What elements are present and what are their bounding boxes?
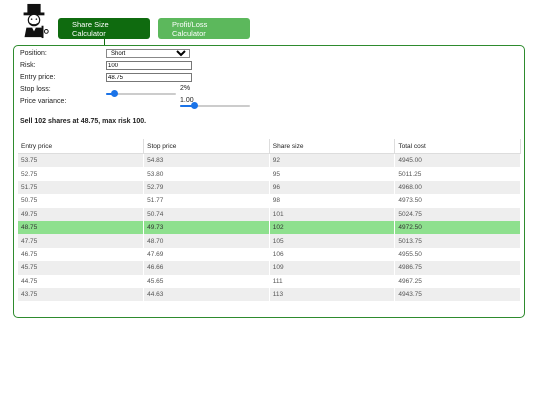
table-row: 48.75 49.73 102 4972.50 xyxy=(18,220,521,235)
column-header-stop-price: Stop price xyxy=(143,139,270,154)
table-cell: 106 xyxy=(269,247,396,262)
price-variance-value: 1.00 xyxy=(180,97,194,104)
table-cell: 4955.50 xyxy=(394,247,521,262)
table-cell: 47.75 xyxy=(18,234,145,248)
table-cell: 5011.25 xyxy=(394,167,521,181)
column-header-share-size: Share size xyxy=(269,139,396,154)
table-cell: 52.79 xyxy=(143,180,270,195)
stop-loss-label: Stop loss: xyxy=(20,85,51,93)
table-cell: 113 xyxy=(269,287,396,302)
table-cell: 48.75 xyxy=(18,220,145,235)
table-cell: 53.75 xyxy=(18,153,145,168)
entry-price-row: Entry price: xyxy=(20,72,105,82)
summary-text: Sell 102 shares at 48.75, max risk 100. xyxy=(20,118,147,125)
monopoly-man-logo-icon xyxy=(23,3,49,39)
table-cell: 4943.75 xyxy=(394,287,521,302)
table-cell: 52.75 xyxy=(18,167,145,181)
table-cell: 5024.75 xyxy=(394,207,521,221)
table-cell: 4968.00 xyxy=(394,180,521,195)
stop-loss-row: Stop loss: xyxy=(20,84,105,94)
risk-input[interactable] xyxy=(106,61,192,70)
table-cell: 53.80 xyxy=(143,167,270,181)
table-row: 47.75 48.70 105 5013.75 xyxy=(18,234,521,248)
stop-loss-value: 2% xyxy=(180,85,191,92)
entry-price-input[interactable] xyxy=(106,73,192,82)
tab-share-size-calculator[interactable]: Share Size Calculator xyxy=(58,18,150,39)
table-cell: 102 xyxy=(269,220,396,235)
table-cell: 50.74 xyxy=(143,207,270,221)
table-cell: 96 xyxy=(269,180,396,195)
table-row: 45.75 46.66 109 4986.75 xyxy=(18,261,521,275)
table-cell: 44.63 xyxy=(143,287,270,302)
share-size-table: Entry price Stop price Share size Total … xyxy=(18,139,521,302)
price-variance-row: Price variance: xyxy=(20,96,105,106)
table-cell: 105 xyxy=(269,234,396,248)
entry-price-label: Entry price: xyxy=(20,73,56,81)
table-cell: 109 xyxy=(269,261,396,275)
table-row: 52.75 53.80 95 5011.25 xyxy=(18,167,521,181)
risk-row: Risk: xyxy=(20,60,105,70)
table-cell: 4945.00 xyxy=(394,153,521,168)
table-cell: 46.75 xyxy=(18,247,145,262)
stop-loss-slider[interactable] xyxy=(106,89,176,98)
table-cell: 4986.75 xyxy=(394,261,521,275)
table-row: 50.75 51.77 98 4973.50 xyxy=(18,194,521,208)
table-header-row: Entry price Stop price Share size Total … xyxy=(18,139,521,154)
table-cell: 4973.50 xyxy=(394,194,521,208)
table-cell: 92 xyxy=(269,153,396,168)
table-cell: 101 xyxy=(269,207,396,221)
risk-label: Risk: xyxy=(20,61,36,69)
table-cell: 111 xyxy=(269,274,396,288)
table-row: 46.75 47.69 106 4955.50 xyxy=(18,247,521,262)
table-cell: 44.75 xyxy=(18,274,145,288)
position-select[interactable]: Short xyxy=(106,49,190,58)
calculator-tabs: Share Size Calculator Profit/Loss Calcul… xyxy=(58,18,250,39)
table-row: 49.75 50.74 101 5024.75 xyxy=(18,207,521,221)
tab-profit-loss-calculator[interactable]: Profit/Loss Calculator xyxy=(158,18,250,39)
table-cell: 95 xyxy=(269,167,396,181)
table-cell: 45.65 xyxy=(143,274,270,288)
position-label: Position: xyxy=(20,49,47,57)
table-row: 51.75 52.79 96 4968.00 xyxy=(18,180,521,195)
position-row: Position: xyxy=(20,48,105,58)
table-cell: 4972.50 xyxy=(394,220,521,235)
slider-thumb[interactable] xyxy=(111,89,118,97)
price-variance-label: Price variance: xyxy=(20,97,67,105)
column-header-entry-price: Entry price xyxy=(18,139,145,154)
table-row: 43.75 44.63 113 4943.75 xyxy=(18,287,521,302)
table-cell: 51.77 xyxy=(143,194,270,208)
table-cell: 49.73 xyxy=(143,220,270,235)
table-cell: 48.70 xyxy=(143,234,270,248)
table-cell: 49.75 xyxy=(18,207,145,221)
table-cell: 50.75 xyxy=(18,194,145,208)
table-cell: 54.83 xyxy=(143,153,270,168)
table-cell: 4967.25 xyxy=(394,274,521,288)
table-cell: 45.75 xyxy=(18,261,145,275)
table-cell: 43.75 xyxy=(18,287,145,302)
table-row: 53.75 54.83 92 4945.00 xyxy=(18,153,521,168)
table-cell: 98 xyxy=(269,194,396,208)
table-row: 44.75 45.65 111 4967.25 xyxy=(18,274,521,288)
column-header-total-cost: Total cost xyxy=(394,139,521,154)
table-cell: 47.69 xyxy=(143,247,270,262)
calculator-panel: Position: Short Risk: Entry price: Stop … xyxy=(13,45,525,318)
table-cell: 46.66 xyxy=(143,261,270,275)
table-cell: 5013.75 xyxy=(394,234,521,248)
table-cell: 51.75 xyxy=(18,180,145,195)
